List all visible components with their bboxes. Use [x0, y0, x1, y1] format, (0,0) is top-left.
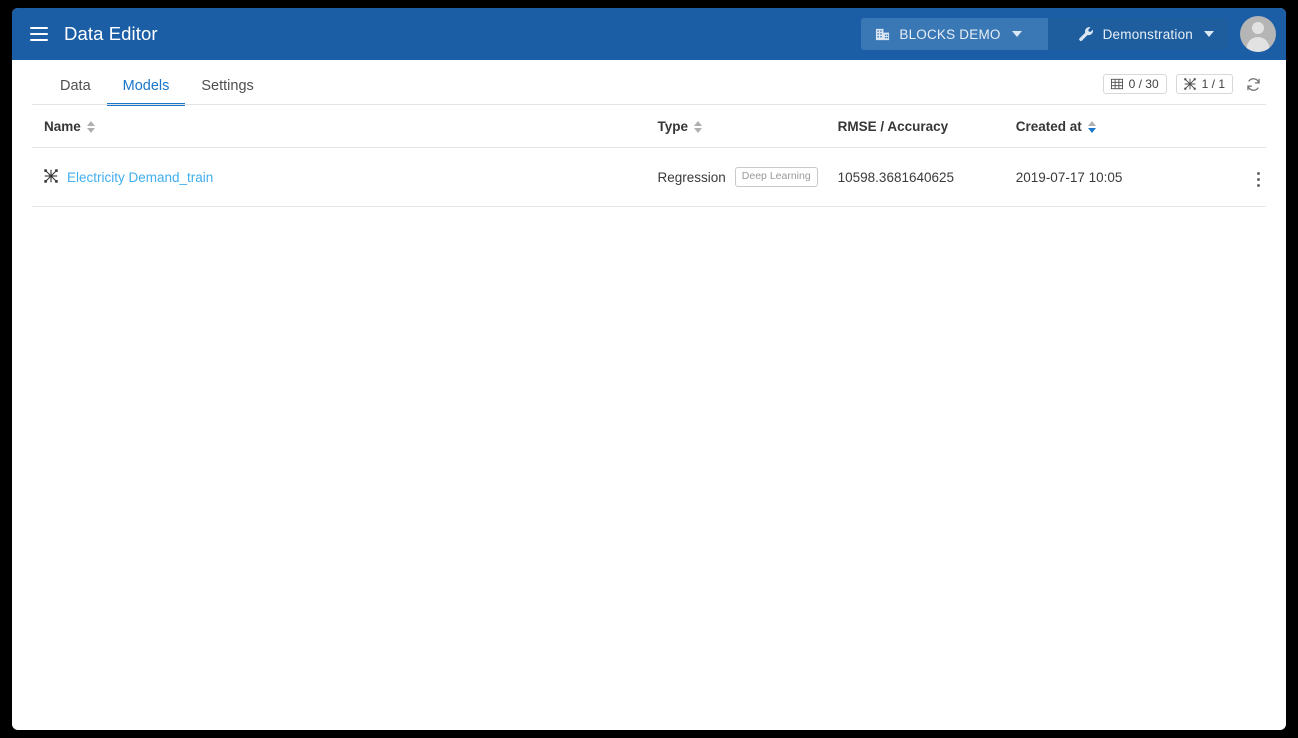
table-body: Electricity Demand_train Regression Deep…: [32, 147, 1266, 207]
table-grid-icon: [1110, 78, 1123, 90]
chevron-down-icon[interactable]: [1204, 31, 1214, 37]
breadcrumb-environment-label: Demonstration: [1102, 26, 1193, 42]
tab-bar: Data Models Settings 0 / 30 1 / 1: [12, 60, 1286, 106]
model-network-icon: [44, 168, 58, 186]
cell-type: Regression Deep Learning: [657, 147, 838, 207]
models-table: Name Type RMSE / Accuracy Created at Ele…: [32, 105, 1266, 207]
cell-rmse: 10598.3681640625: [837, 147, 1016, 207]
models-counter[interactable]: 1 / 1: [1175, 74, 1233, 94]
column-header-rmse: RMSE / Accuracy: [837, 105, 1016, 148]
tab-list: Data Models Settings: [32, 60, 270, 106]
cell-name: Electricity Demand_train: [32, 147, 658, 207]
tab-data[interactable]: Data: [44, 78, 107, 105]
column-header-created-at[interactable]: Created at: [1015, 105, 1206, 148]
wrench-icon: [1078, 26, 1094, 42]
model-type-label: Regression: [657, 169, 726, 185]
column-header-rmse-label: RMSE / Accuracy: [837, 119, 949, 134]
table-row[interactable]: Electricity Demand_train Regression Deep…: [32, 147, 1266, 207]
cell-created-at: 2019-07-17 10:05: [1015, 147, 1206, 207]
models-table-container: Name Type RMSE / Accuracy Created at Ele…: [12, 105, 1286, 207]
table-header: Name Type RMSE / Accuracy Created at: [32, 105, 1266, 148]
hamburger-menu-icon[interactable]: [22, 17, 56, 51]
column-header-actions: [1205, 105, 1266, 148]
toolbar-actions: 0 / 30 1 / 1: [1102, 73, 1264, 95]
table-header-row: Name Type RMSE / Accuracy Created at: [32, 105, 1266, 148]
status-badge: Deep Learning: [734, 167, 818, 187]
sort-toggle-type[interactable]: [694, 120, 703, 133]
avatar[interactable]: [1240, 16, 1276, 52]
breadcrumb-item-environment[interactable]: Demonstration: [1047, 18, 1228, 50]
app-window: Data Editor BLOCKS DEMO Demonstration Da…: [12, 8, 1286, 730]
header-right-group: BLOCKS DEMO Demonstration: [861, 8, 1276, 60]
column-header-name-label: Name: [44, 119, 81, 134]
datasets-counter[interactable]: 0 / 30: [1102, 74, 1167, 94]
breadcrumb-project-label: BLOCKS DEMO: [899, 26, 1001, 42]
model-name-link[interactable]: Electricity Demand_train: [67, 170, 213, 185]
column-header-name[interactable]: Name: [32, 105, 658, 148]
datasets-counter-value: 0 / 30: [1128, 77, 1159, 91]
breadcrumb-item-project[interactable]: BLOCKS DEMO: [861, 18, 1063, 50]
page-title: Data Editor: [64, 23, 158, 44]
breadcrumb: BLOCKS DEMO Demonstration: [861, 18, 1228, 50]
sort-toggle-created-at[interactable]: [1087, 120, 1096, 133]
tab-settings[interactable]: Settings: [185, 78, 269, 105]
kebab-menu-icon[interactable]: [1251, 168, 1266, 191]
tab-bar-divider: [32, 104, 1266, 105]
column-header-type-label: Type: [657, 119, 689, 134]
app-header: Data Editor BLOCKS DEMO Demonstration: [12, 8, 1286, 60]
column-header-type[interactable]: Type: [657, 105, 838, 148]
tab-models[interactable]: Models: [106, 78, 186, 106]
models-counter-value: 1 / 1: [1201, 77, 1225, 91]
refresh-icon[interactable]: [1242, 73, 1264, 95]
column-header-created-at-label: Created at: [1015, 119, 1082, 134]
chevron-down-icon[interactable]: [1011, 31, 1022, 37]
building-icon: [875, 27, 890, 42]
model-network-icon: [1183, 78, 1196, 90]
cell-actions: [1205, 147, 1266, 207]
sort-toggle-name[interactable]: [86, 120, 95, 133]
